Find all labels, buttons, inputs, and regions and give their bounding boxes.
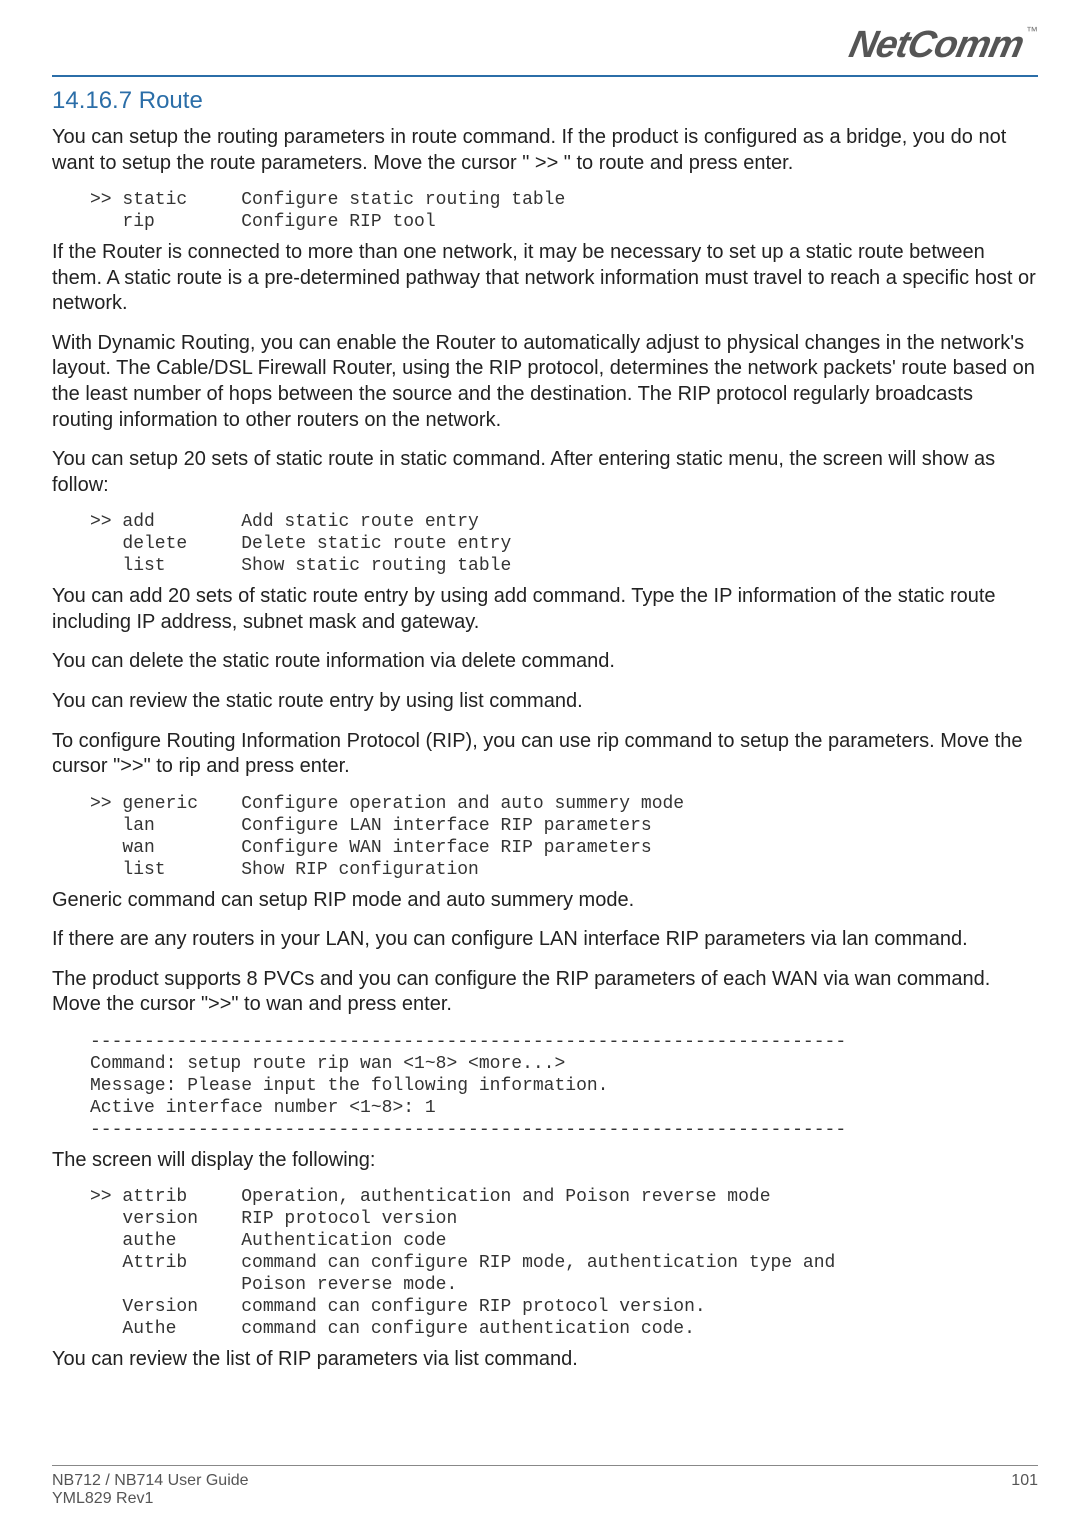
logo-area: NetComm™ [52, 24, 1038, 67]
code-block: >> add Add static route entry delete Del… [90, 512, 1038, 578]
paragraph: The product supports 8 PVCs and you can … [52, 967, 1038, 1018]
trademark-icon: ™ [1026, 24, 1038, 38]
footer: NB712 / NB714 User Guide 101 YML829 Rev1 [52, 1465, 1038, 1508]
header-divider [52, 75, 1038, 77]
section-title: 14.16.7 Route [52, 87, 1038, 115]
footer-revision: YML829 Rev1 [52, 1490, 1038, 1508]
footer-divider [52, 1465, 1038, 1466]
paragraph: Generic command can setup RIP mode and a… [52, 888, 1038, 914]
paragraph: You can review the list of RIP parameter… [52, 1347, 1038, 1373]
paragraph: You can setup the routing parameters in … [52, 125, 1038, 176]
paragraph: With Dynamic Routing, you can enable the… [52, 331, 1038, 433]
brand-logo: NetComm [845, 24, 1027, 67]
paragraph: You can delete the static route informat… [52, 649, 1038, 675]
paragraph: You can setup 20 sets of static route in… [52, 447, 1038, 498]
paragraph: The screen will display the following: [52, 1148, 1038, 1174]
footer-page-number: 101 [1011, 1472, 1038, 1490]
paragraph: If there are any routers in your LAN, yo… [52, 927, 1038, 953]
code-block: >> attrib Operation, authentication and … [90, 1187, 1038, 1341]
paragraph: If the Router is connected to more than … [52, 240, 1038, 317]
code-block: >> generic Configure operation and auto … [90, 794, 1038, 882]
paragraph: To configure Routing Information Protoco… [52, 729, 1038, 780]
paragraph: You can add 20 sets of static route entr… [52, 584, 1038, 635]
footer-guide-title: NB712 / NB714 User Guide [52, 1472, 249, 1489]
code-block: ----------------------------------------… [90, 1032, 1038, 1142]
code-block: >> static Configure static routing table… [90, 190, 1038, 234]
paragraph: You can review the static route entry by… [52, 689, 1038, 715]
